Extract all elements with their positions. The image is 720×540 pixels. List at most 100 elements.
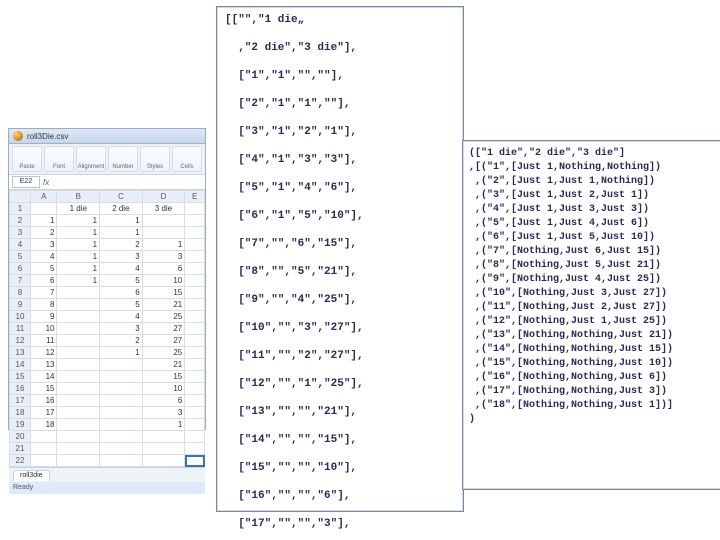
data-cell	[57, 335, 100, 347]
data-cell	[57, 311, 100, 323]
column-header: A	[31, 191, 57, 203]
data-cell	[142, 215, 185, 227]
data-cell: 16	[31, 395, 57, 407]
row-header: 15	[10, 371, 31, 383]
formula-bar: E22 fx	[9, 175, 205, 190]
data-cell: 1	[100, 227, 143, 239]
ribbon-group: Paste	[12, 146, 42, 172]
row-header: 5	[10, 251, 31, 263]
data-cell	[57, 323, 100, 335]
data-cell: 6	[31, 275, 57, 287]
office-orb-icon	[13, 131, 23, 141]
data-cell	[100, 431, 143, 443]
data-cell	[57, 299, 100, 311]
row-header: 13	[10, 347, 31, 359]
excel-grid: ABCDE11 die2 die3 die2111321143121541336…	[9, 190, 205, 467]
data-cell	[100, 419, 143, 431]
row-header: 12	[10, 335, 31, 347]
data-cell: 1	[57, 239, 100, 251]
data-cell: 6	[100, 287, 143, 299]
data-cell: 14	[31, 371, 57, 383]
row-header: 2	[10, 215, 31, 227]
data-cell	[100, 443, 143, 455]
cell-reference: E22	[12, 176, 40, 188]
data-cell: 3	[142, 251, 185, 263]
data-cell: 1	[57, 215, 100, 227]
data-cell	[185, 323, 205, 335]
row-header: 21	[10, 443, 31, 455]
data-cell	[185, 455, 205, 467]
data-cell: 4	[100, 263, 143, 275]
row-header: 19	[10, 419, 31, 431]
data-cell: 6	[142, 263, 185, 275]
data-cell: 1	[100, 215, 143, 227]
data-cell	[57, 395, 100, 407]
data-cell	[142, 443, 185, 455]
header-cell	[185, 203, 205, 215]
data-cell	[185, 335, 205, 347]
header-cell: 1 die	[57, 203, 100, 215]
data-cell	[185, 275, 205, 287]
data-cell	[185, 299, 205, 311]
column-header: D	[142, 191, 185, 203]
data-cell	[142, 431, 185, 443]
data-cell: 27	[142, 335, 185, 347]
row-header: 8	[10, 287, 31, 299]
data-cell: 5	[31, 263, 57, 275]
ribbon-group: Alignment	[76, 146, 106, 172]
data-cell: 1	[57, 251, 100, 263]
haskell-output-code: (["1 die","2 die","3 die"] ,[("1",[Just …	[469, 147, 715, 427]
data-cell	[57, 443, 100, 455]
data-cell: 21	[142, 359, 185, 371]
data-cell	[31, 431, 57, 443]
data-cell: 15	[142, 287, 185, 299]
data-cell	[142, 227, 185, 239]
ribbon-group: Font	[44, 146, 74, 172]
data-cell: 2	[100, 335, 143, 347]
data-cell: 25	[142, 311, 185, 323]
ribbon-group: Styles	[140, 146, 170, 172]
data-cell	[185, 443, 205, 455]
row-header: 20	[10, 431, 31, 443]
data-cell	[185, 239, 205, 251]
row-header: 18	[10, 407, 31, 419]
data-cell: 6	[142, 395, 185, 407]
excel-ribbon: Paste Font Alignment Number Styles Cells	[9, 144, 205, 175]
data-cell	[31, 455, 57, 467]
data-cell: 25	[142, 347, 185, 359]
data-cell	[185, 359, 205, 371]
data-cell	[185, 251, 205, 263]
row-header: 1	[10, 203, 31, 215]
data-cell	[100, 455, 143, 467]
data-cell: 1	[57, 263, 100, 275]
sheet-tab: roll3die	[13, 470, 50, 481]
data-cell: 12	[31, 347, 57, 359]
data-cell: 10	[142, 383, 185, 395]
corner-cell	[10, 191, 31, 203]
data-cell: 3	[100, 251, 143, 263]
data-cell: 3	[100, 323, 143, 335]
row-header: 17	[10, 395, 31, 407]
data-cell: 1	[31, 215, 57, 227]
data-cell	[185, 287, 205, 299]
data-cell	[57, 383, 100, 395]
data-cell	[185, 263, 205, 275]
data-cell: 8	[31, 299, 57, 311]
ribbon-group: Cells	[172, 146, 202, 172]
data-cell: 1	[142, 239, 185, 251]
sheet-tab-bar: roll3die	[9, 467, 205, 482]
data-cell	[185, 431, 205, 443]
data-cell: 1	[57, 275, 100, 287]
csv-list-panel: [["","1 die„ ,"2 die","3 die"], ["1","1"…	[216, 6, 464, 512]
excel-titlebar: roll3Die.csv	[9, 129, 205, 144]
csv-list-code: [["","1 die„ ,"2 die","3 die"], ["1","1"…	[225, 13, 455, 540]
data-cell	[100, 383, 143, 395]
data-cell: 1	[142, 419, 185, 431]
data-cell	[100, 371, 143, 383]
row-header: 9	[10, 299, 31, 311]
data-cell: 4	[100, 311, 143, 323]
data-cell: 27	[142, 323, 185, 335]
data-cell	[185, 347, 205, 359]
row-header: 10	[10, 311, 31, 323]
data-cell	[185, 395, 205, 407]
